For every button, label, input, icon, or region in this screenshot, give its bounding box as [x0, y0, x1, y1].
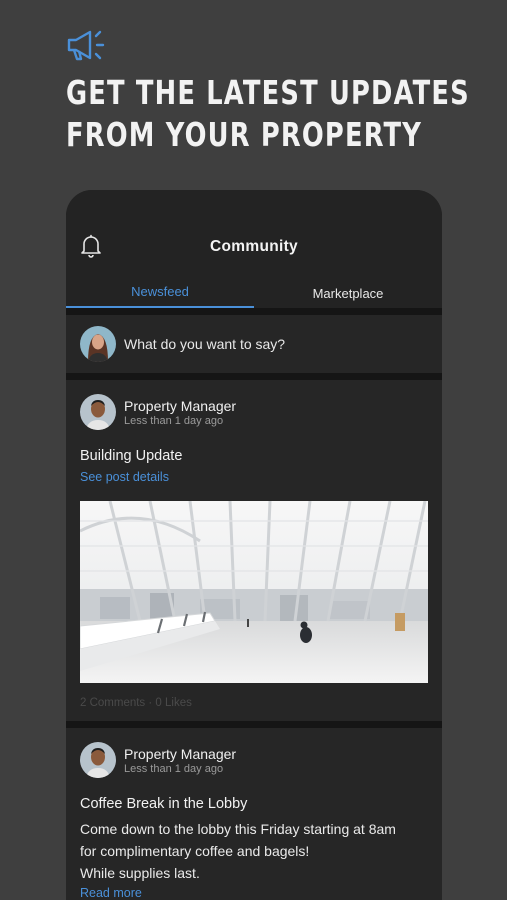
post-header: Property Manager Less than 1 day ago — [80, 742, 428, 778]
post-card: Property Manager Less than 1 day ago Cof… — [66, 728, 442, 900]
post-header: Property Manager Less than 1 day ago — [80, 394, 428, 430]
post-image[interactable] — [80, 501, 428, 683]
see-post-details-link[interactable]: See post details — [80, 470, 428, 484]
divider — [66, 373, 442, 380]
post-stats[interactable]: 2 Comments · 0 Likes — [80, 697, 428, 709]
promo-headline-line1: GET THE LATEST UPDATES — [66, 73, 470, 112]
compose-post-bar[interactable]: What do you want to say? — [66, 315, 442, 373]
post-timestamp: Less than 1 day ago — [124, 414, 224, 427]
tab-marketplace[interactable]: Marketplace — [254, 274, 442, 308]
promo-headline-line2: FROM YOUR PROPERTY — [66, 115, 423, 154]
app-header: Community Newsfeed Marketplace — [66, 190, 442, 308]
author-avatar[interactable] — [80, 742, 116, 778]
post-body: Come down to the lobby this Friday start… — [80, 818, 428, 884]
tab-bar: Newsfeed Marketplace — [66, 274, 442, 308]
tab-newsfeed[interactable]: Newsfeed — [66, 274, 254, 308]
post-title: Building Update — [80, 448, 183, 464]
post-timestamp: Less than 1 day ago — [124, 762, 224, 775]
author-name[interactable]: Property Manager — [124, 398, 236, 414]
phone-screen: Community Newsfeed Marketplace What do y… — [66, 190, 442, 900]
user-avatar — [80, 326, 116, 362]
read-more-link[interactable]: Read more — [80, 886, 428, 900]
divider — [66, 721, 442, 728]
post-body-line: Come down to the lobby this Friday start… — [80, 821, 396, 837]
compose-input[interactable]: What do you want to say? — [124, 336, 285, 352]
divider — [66, 308, 442, 315]
megaphone-icon — [67, 30, 105, 61]
post-card: Property Manager Less than 1 day ago Bui… — [66, 380, 442, 721]
author-name[interactable]: Property Manager — [124, 746, 236, 762]
author-avatar[interactable] — [80, 394, 116, 430]
post-title: Coffee Break in the Lobby — [80, 796, 248, 812]
post-body-line: While supplies last. — [80, 865, 200, 881]
post-body-line: for complimentary coffee and bagels! — [80, 843, 310, 859]
promo-headline: GET THE LATEST UPDATES FROM YOUR PROPERT… — [66, 72, 470, 156]
promo-header: GET THE LATEST UPDATES FROM YOUR PROPERT… — [66, 28, 507, 156]
page-title: Community — [210, 238, 298, 255]
